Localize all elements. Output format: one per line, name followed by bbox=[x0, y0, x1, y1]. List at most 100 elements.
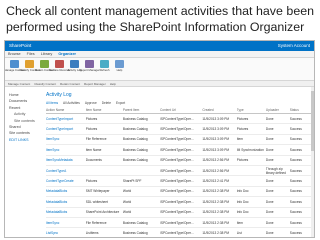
table-row[interactable]: ContentTypeImport Pictures Business Cata… bbox=[46, 123, 311, 135]
content-url-cell: /SPContentType/Oper... bbox=[159, 186, 203, 198]
action-name-cell[interactable]: MetadataBlobs bbox=[46, 207, 86, 218]
approve-link[interactable]: Approve bbox=[85, 101, 97, 106]
action-name-cell[interactable]: ItemSyncMetadata bbox=[46, 155, 86, 166]
tab-files[interactable]: Files bbox=[27, 51, 35, 57]
uploader-cell: Done bbox=[265, 207, 290, 218]
heading-line-2: performed using the SharePoint Informati… bbox=[6, 20, 305, 34]
export-link[interactable]: Export bbox=[116, 101, 125, 106]
group-label: Help bbox=[109, 82, 116, 86]
content-url-cell: /SPContentType/Oper... bbox=[159, 165, 203, 177]
declare-records-icon bbox=[55, 60, 64, 68]
content-url-cell: /SPContentType/Oper... bbox=[159, 123, 203, 135]
classify-content-button[interactable]: Classify Content bbox=[19, 60, 40, 72]
uploader-cell: Done bbox=[265, 196, 290, 208]
action-name-cell[interactable]: ContentTypeCreate bbox=[46, 175, 86, 187]
activity-table: Action Name Item Name Parent Item Conten… bbox=[46, 108, 311, 237]
quick-launch: Home Documents Recent Activity Site cont… bbox=[5, 87, 43, 237]
uploader-cell: Done bbox=[265, 144, 290, 156]
list-view: Activity Log All items All Activities Ap… bbox=[43, 87, 314, 237]
created-cell: 11/5/2013 3:09 PM bbox=[202, 134, 237, 146]
help-button[interactable]: Help bbox=[113, 60, 126, 72]
created-cell: 11/5/2013 2:56 PM bbox=[202, 155, 237, 166]
action-name-cell[interactable]: MetadataBlobs bbox=[46, 186, 86, 198]
parent-item-cell bbox=[122, 165, 160, 177]
table-row[interactable]: ItemSync File Reference Business Catalog… bbox=[46, 134, 311, 146]
status-cell: Success bbox=[289, 144, 311, 156]
created-cell: 11/5/2013 2:41 PM bbox=[202, 175, 237, 187]
ribbon-toolbar: Manage Content Classify Content Retain C… bbox=[5, 58, 314, 81]
action-name-cell[interactable]: ItemSync bbox=[46, 134, 86, 146]
scrollbar-thumb[interactable] bbox=[311, 91, 314, 151]
status-cell: Success bbox=[289, 165, 311, 177]
all-activities-link[interactable]: All Activities bbox=[63, 101, 80, 106]
parent-item-cell: Business Catalog bbox=[122, 227, 160, 237]
table-row[interactable]: MetadataBlobs SharePoint Architecture Wo… bbox=[46, 207, 311, 218]
list-toolbar: All items All Activities Approve Delete … bbox=[46, 101, 311, 106]
table-row[interactable]: ItemSync File Reference Business Catalog… bbox=[46, 217, 311, 229]
view-selector[interactable]: All items bbox=[46, 101, 58, 106]
action-name-cell[interactable]: ContentTypeA bbox=[46, 165, 86, 177]
action-name-cell[interactable]: ContentTypeImport bbox=[46, 113, 86, 125]
status-cell: Success bbox=[289, 123, 311, 135]
tab-library[interactable]: Library bbox=[41, 51, 53, 57]
type-cell bbox=[236, 165, 266, 177]
uploader-cell: Done bbox=[265, 134, 290, 146]
table-row[interactable]: ContentTypeCreate Pictures SharePt SPF /… bbox=[46, 175, 311, 187]
report-manager-button[interactable]: Report Manager bbox=[79, 60, 100, 72]
list-title: Activity Log bbox=[46, 92, 72, 98]
user-menu[interactable]: System Account bbox=[278, 41, 310, 51]
table-row[interactable]: ContentTypeA /SPContentType/Oper... 11/5… bbox=[46, 165, 311, 177]
action-name-cell[interactable]: ContentTypeImport bbox=[46, 123, 86, 135]
table-row[interactable]: MetadataBlobs SMT Whitepaper World /SPCo… bbox=[46, 186, 311, 198]
retain-content-icon bbox=[40, 60, 49, 68]
parent-item-cell: World bbox=[122, 196, 160, 208]
table-row[interactable]: ContentTypeImport Pictures Business Cata… bbox=[46, 113, 311, 125]
parent-item-cell: World bbox=[122, 207, 160, 218]
parent-item-cell: Business Catalog bbox=[122, 144, 160, 156]
status-cell: Success bbox=[289, 196, 311, 208]
heading-line-1: Check all content management activities … bbox=[6, 4, 314, 18]
status-cell: Success bbox=[289, 207, 311, 218]
type-cell: Pictures bbox=[236, 155, 266, 166]
action-name-cell[interactable]: MetadataBlobs bbox=[46, 196, 86, 208]
tab-browse[interactable]: Browse bbox=[8, 51, 21, 57]
ribbon-tabs: Browse Files Library Organizer bbox=[5, 51, 314, 58]
content-url-cell: /SPContentType/Oper... bbox=[159, 227, 203, 237]
refresh-button[interactable]: Refresh bbox=[98, 60, 111, 72]
parent-item-cell: Business Catalog bbox=[122, 155, 160, 166]
item-name-cell: SharePoint Architecture bbox=[85, 207, 123, 218]
type-cell: Pictures bbox=[236, 113, 266, 125]
type-cell: IM Synchronization bbox=[236, 144, 266, 156]
action-name-cell[interactable]: ListSync bbox=[46, 227, 86, 237]
tab-organizer[interactable]: Organizer bbox=[58, 51, 76, 57]
delete-link[interactable]: Delete bbox=[102, 101, 111, 106]
uploader-cell: Done bbox=[265, 227, 290, 237]
table-row[interactable]: ListSync ListItems Business Catalog /SPC… bbox=[46, 227, 311, 237]
edit-links[interactable]: EDIT LINKS bbox=[9, 137, 43, 143]
report-manager-icon bbox=[85, 60, 94, 68]
uploader-cell: Done bbox=[265, 186, 290, 198]
refresh-icon bbox=[100, 60, 109, 68]
created-cell: 11/5/2013 3:09 PM bbox=[202, 123, 237, 135]
action-name-cell[interactable]: ItemSync bbox=[46, 217, 86, 229]
status-cell: Success bbox=[289, 186, 311, 198]
table-row[interactable]: ItemSyncMetadata Documents Business Cata… bbox=[46, 155, 311, 166]
uploader-cell: Done bbox=[265, 175, 290, 187]
app-title[interactable]: SharePoint bbox=[9, 41, 31, 51]
parent-item-cell: World bbox=[122, 186, 160, 198]
content-url-cell: /SPContentType/Oper... bbox=[159, 196, 203, 208]
item-name-cell: Pictures bbox=[85, 175, 123, 187]
declare-records-button[interactable]: Declare Records bbox=[49, 60, 70, 72]
type-cell: List bbox=[236, 227, 266, 237]
table-row[interactable]: MetadataBlobs SDL whitesheet World /SPCo… bbox=[46, 196, 311, 208]
vertical-scrollbar[interactable] bbox=[311, 87, 314, 237]
group-label: Report Manager bbox=[84, 82, 106, 86]
table-row[interactable]: ItemSync Item Name Business Catalog /SPC… bbox=[46, 144, 311, 156]
created-cell: 11/5/2013 2:38 PM bbox=[202, 227, 237, 237]
button-label: Refresh bbox=[99, 68, 110, 72]
parent-item-cell: Business Catalog bbox=[122, 123, 160, 135]
content-url-cell: /SPContentType/Oper... bbox=[159, 113, 203, 125]
help-icon bbox=[115, 60, 124, 68]
item-name-cell: File Reference bbox=[85, 217, 123, 229]
action-name-cell[interactable]: ItemSync bbox=[46, 144, 86, 156]
